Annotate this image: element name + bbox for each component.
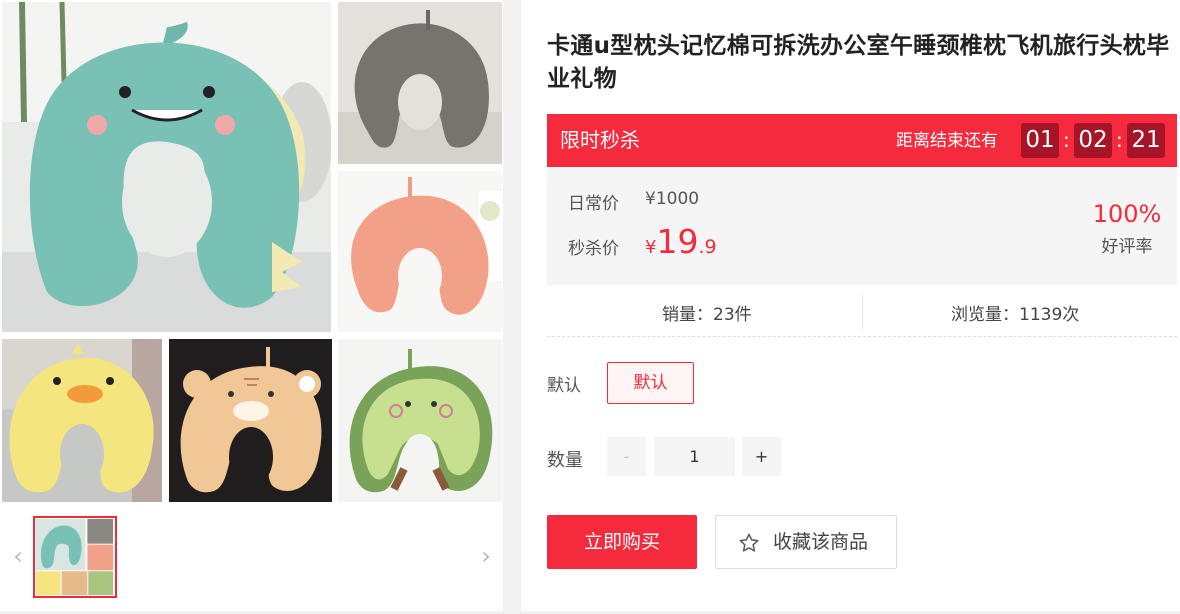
countdown-separator: :: [1116, 128, 1123, 152]
flash-sale-label: 限时秒杀: [560, 128, 640, 152]
flash-price-currency: ¥: [645, 237, 657, 258]
countdown-hours: 01: [1021, 123, 1059, 158]
rating-label: 好评率: [1101, 237, 1153, 257]
flash-price-label: 秒杀价: [568, 239, 619, 259]
favorite-button[interactable]: 收藏该商品: [715, 515, 897, 569]
view-count: 浏览量：1139次: [951, 305, 1080, 325]
flash-sale-bar: 限时秒杀 距离结束还有 01 : 02 : 21: [547, 114, 1177, 167]
countdown-seconds: 21: [1127, 123, 1165, 158]
countdown-label: 距离结束还有: [896, 131, 998, 151]
star-icon: [739, 533, 759, 552]
thumbnail-selected[interactable]: [33, 516, 117, 598]
rating-percent: 100%: [1092, 200, 1162, 228]
stats-divider: [862, 295, 863, 329]
peach-pillow-image[interactable]: [338, 171, 502, 332]
stats-row: 销量：23件 浏览量：1139次: [547, 289, 1177, 337]
quantity-label: 数量: [547, 450, 583, 471]
flash-price-decimal: .9: [698, 236, 717, 258]
option-chip-default[interactable]: 默认: [607, 362, 694, 404]
avocado-pillow-image[interactable]: [338, 339, 502, 502]
tiger-pillow-image[interactable]: [169, 339, 332, 502]
quantity-decrease-button[interactable]: -: [607, 437, 646, 476]
countdown-minutes: 02: [1074, 123, 1112, 158]
flash-price-integer: 19: [656, 222, 699, 261]
image-collage: [0, 0, 503, 503]
product-gallery-panel: ‹ ›: [0, 0, 503, 611]
regular-price-label: 日常价: [568, 194, 619, 214]
option-label: 默认: [547, 376, 581, 396]
grey-pillow-image[interactable]: [338, 2, 502, 164]
quantity-input[interactable]: [654, 437, 735, 476]
product-info-panel: 卡通u型枕头记忆棉可拆洗办公室午睡颈椎枕飞机旅行头枕毕业礼物 限时秒杀 距离结束…: [521, 0, 1180, 611]
regular-price: ¥1000: [645, 189, 700, 209]
countdown-separator: :: [1063, 128, 1070, 152]
sales-count: 销量：23件: [662, 305, 752, 325]
quantity-increase-button[interactable]: +: [742, 437, 781, 476]
favorite-label: 收藏该商品: [773, 531, 869, 553]
price-box: 日常价 ¥1000 秒杀价 ¥19.9 100% 好评率: [547, 167, 1177, 285]
buy-now-button[interactable]: 立即购买: [547, 515, 697, 569]
dinosaur-pillow-image[interactable]: [2, 2, 331, 332]
chevron-left-icon[interactable]: ‹: [8, 543, 28, 569]
thumbnail-strip: ‹ ›: [0, 510, 503, 605]
flash-price: ¥19.9: [645, 222, 717, 261]
product-title: 卡通u型枕头记忆棉可拆洗办公室午睡颈椎枕飞机旅行头枕毕业礼物: [547, 33, 1170, 92]
yellow-duck-pillow-image[interactable]: [2, 339, 162, 502]
chevron-right-icon[interactable]: ›: [476, 543, 496, 569]
